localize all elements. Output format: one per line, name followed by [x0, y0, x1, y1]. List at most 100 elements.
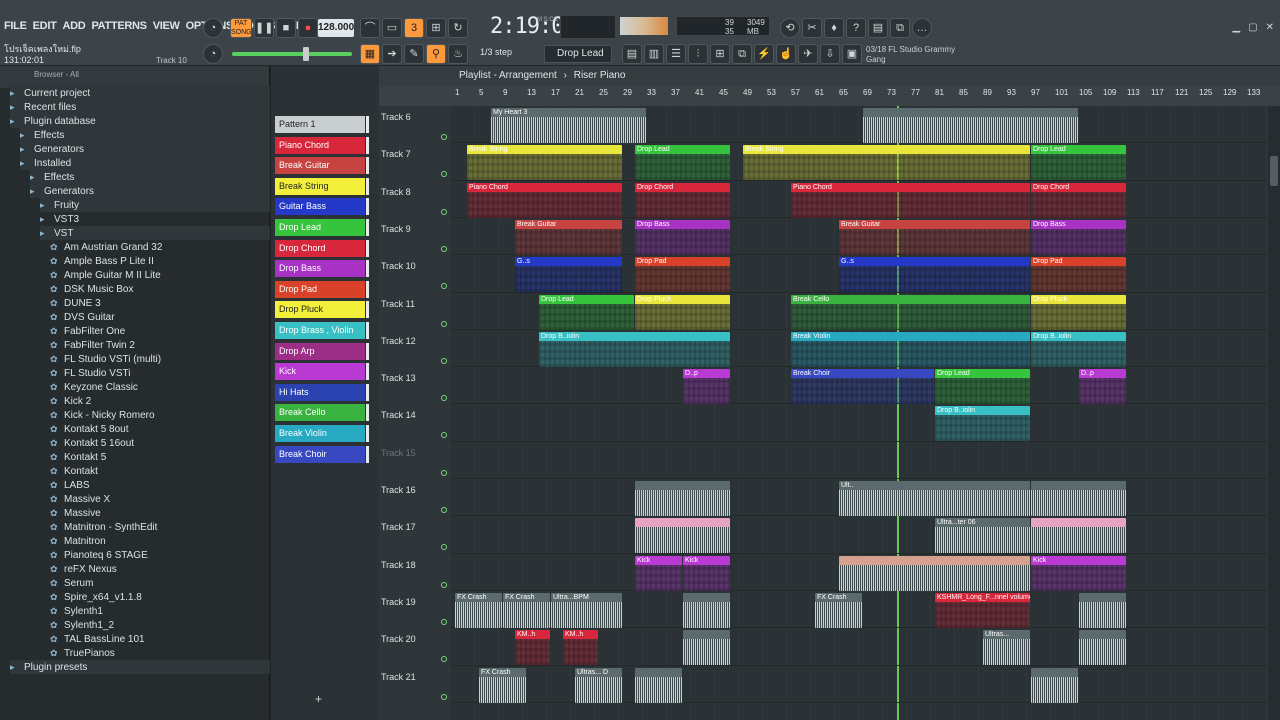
browser-item[interactable]: ✿ FabFilter Twin 2	[50, 338, 270, 352]
track-header[interactable]: Track 17	[381, 516, 451, 553]
stamp-icon[interactable]: ♨	[448, 44, 468, 64]
track-mute-icon[interactable]	[441, 656, 447, 663]
track-header[interactable]: Track 21	[381, 666, 451, 703]
playlist-clip[interactable]: Break Guitar	[839, 219, 1030, 255]
playlist-clip[interactable]: G..s	[515, 257, 622, 293]
playlist-clip[interactable]: KM..h	[563, 630, 598, 666]
track-header[interactable]: Track 7	[381, 143, 451, 180]
menu-item-add[interactable]: ADD	[63, 20, 86, 32]
master-pitch-knob-icon[interactable]: ◔	[203, 18, 223, 38]
track-mute-icon[interactable]	[441, 245, 447, 252]
browser-item[interactable]: ✿ Ample Bass P Lite II	[50, 254, 270, 268]
browser-item[interactable]: ▸ Fruity	[40, 198, 270, 212]
playlist-clip[interactable]	[1031, 518, 1126, 554]
pattern-item[interactable]: Drop Brass , Violin	[275, 322, 365, 339]
metronome-icon[interactable]: ⌒	[360, 18, 380, 38]
browser-item[interactable]: ✿ Matnitron - SynthEdit	[50, 520, 270, 534]
browser-item[interactable]: ▸ Effects	[30, 170, 270, 184]
playlist-clip[interactable]: Drop Pad	[635, 257, 730, 293]
browser-item[interactable]: ✿ Serum	[50, 576, 270, 590]
track-mute-icon[interactable]	[441, 469, 447, 476]
track-header[interactable]: Track 16	[381, 479, 451, 516]
track-mute-icon[interactable]	[441, 357, 447, 364]
main-volume-knob-icon[interactable]: ◔	[203, 44, 223, 64]
track-mute-icon[interactable]	[441, 507, 447, 513]
pattern-item[interactable]: Drop Lead	[275, 219, 365, 236]
playlist-clip[interactable]: Piano Chord	[467, 182, 622, 218]
track-mute-icon[interactable]	[441, 618, 447, 625]
playlist-clip[interactable]: Drop B..iolin	[539, 331, 730, 367]
playlist-clip[interactable]: Kick	[1031, 555, 1126, 591]
track-header[interactable]: Track 19	[381, 591, 451, 628]
track-mute-icon[interactable]	[441, 693, 447, 700]
track-header[interactable]: Track 9	[381, 218, 451, 255]
record-button[interactable]: ●	[298, 18, 318, 38]
playlist-clip[interactable]	[839, 555, 1030, 591]
pause-button[interactable]: ❚❚	[254, 18, 274, 38]
playlist-clip[interactable]: D..p	[683, 369, 730, 405]
playlist-clip[interactable]	[683, 592, 730, 628]
minimize-icon[interactable]: ▁	[1232, 22, 1240, 33]
maximize-icon[interactable]: ▢	[1248, 22, 1257, 33]
browser-item[interactable]: ✿ Kontakt 5	[50, 450, 270, 464]
browser-item[interactable]: ▸ Generators	[30, 184, 270, 198]
playlist-clip[interactable]	[683, 630, 730, 666]
playlist-clip[interactable]: KM..h	[515, 630, 550, 666]
browser-item[interactable]: ✿ DSK Music Box	[50, 282, 270, 296]
browser-item[interactable]: ✿ FL Studio VSTi (multi)	[50, 352, 270, 366]
playlist-clip[interactable]: Drop Lead	[635, 145, 730, 181]
browser-item[interactable]: ✿ Kontakt 5 16out	[50, 436, 270, 450]
master-volume-handle[interactable]	[303, 47, 309, 61]
chat-icon[interactable]: …	[912, 18, 932, 38]
browser-item[interactable]: ✿ Kontakt	[50, 464, 270, 478]
playlist-clip[interactable]: Break Violin	[791, 331, 1030, 367]
track-mute-icon[interactable]	[441, 208, 447, 215]
playlist-clip[interactable]	[635, 481, 730, 516]
browser-icon[interactable]: ⊞	[710, 44, 730, 64]
playlist-clip[interactable]: G..s	[839, 257, 1030, 293]
pattern-item[interactable]: Break Guitar	[275, 157, 365, 175]
browser-item[interactable]: ▸ Recent files	[10, 100, 270, 114]
track-mute-icon[interactable]	[441, 171, 447, 178]
pencil-icon[interactable]: ✎	[404, 44, 424, 64]
snap-step-selector[interactable]: 1/3 step	[480, 47, 520, 61]
playlist-clip[interactable]: Drop Lead	[1031, 145, 1126, 181]
arrangement-grid[interactable]: My Heart 3 Break String Drop Lead Break Str…	[451, 106, 1267, 720]
vertical-scrollbar[interactable]	[1268, 106, 1280, 720]
browser-item[interactable]: ▸ Current project	[10, 86, 270, 100]
track-mute-icon[interactable]	[441, 432, 447, 439]
browser-item[interactable]: ✿ Massive X	[50, 492, 270, 506]
menu-item-file[interactable]: FILE	[4, 20, 27, 32]
browser-item[interactable]: ✿ LABS	[50, 478, 270, 492]
browser-item[interactable]: ▸ VST	[40, 226, 270, 240]
playlist-clip[interactable]	[635, 518, 730, 554]
playlist-clip[interactable]: Break String	[743, 145, 1030, 181]
track-header[interactable]: Track 14	[381, 404, 451, 441]
playlist-clip[interactable]: Break Cello	[791, 294, 1030, 330]
close-icon[interactable]: ✕	[1266, 22, 1274, 33]
playlist-icon[interactable]: ▦	[360, 44, 380, 64]
playlist-clip[interactable]	[863, 108, 1078, 143]
browser-item[interactable]: ✿ DUNE 3	[50, 296, 270, 310]
browser-item[interactable]: ✿ Keyzone Classic	[50, 380, 270, 394]
track-header[interactable]: Track 12	[381, 330, 451, 367]
pattern-item[interactable]: Break Cello	[275, 404, 365, 422]
browser-item[interactable]: ✿ TruePianos	[50, 646, 270, 660]
download-icon[interactable]: ⇩	[820, 44, 840, 64]
playlist-clip[interactable]: Break Guitar	[515, 219, 622, 255]
wait-input-icon[interactable]: ▭	[382, 18, 402, 38]
playlist-clip[interactable]: Break Choir	[791, 369, 934, 405]
plug-icon[interactable]: ⚡	[754, 44, 774, 64]
pattern-item[interactable]: Drop Pad	[275, 280, 365, 298]
channel-rack-icon[interactable]: ▤	[622, 44, 642, 64]
pattern-item[interactable]: Pattern 1	[275, 116, 365, 133]
pattern-item[interactable]: Hi Hats	[275, 383, 365, 401]
pattern-selector[interactable]: Drop Lead	[544, 45, 612, 63]
playlist-clip[interactable]: Drop Pad	[1031, 257, 1126, 293]
pattern-item[interactable]: Kick	[275, 363, 365, 381]
menu-item-patterns[interactable]: PATTERNS	[91, 20, 147, 32]
browser-item[interactable]: ▸ Generators	[20, 142, 270, 156]
track-header[interactable]: Track 15	[381, 442, 451, 479]
playlist-clip[interactable]: Drop B..iolin	[935, 406, 1030, 442]
track-mute-icon[interactable]	[441, 320, 447, 327]
